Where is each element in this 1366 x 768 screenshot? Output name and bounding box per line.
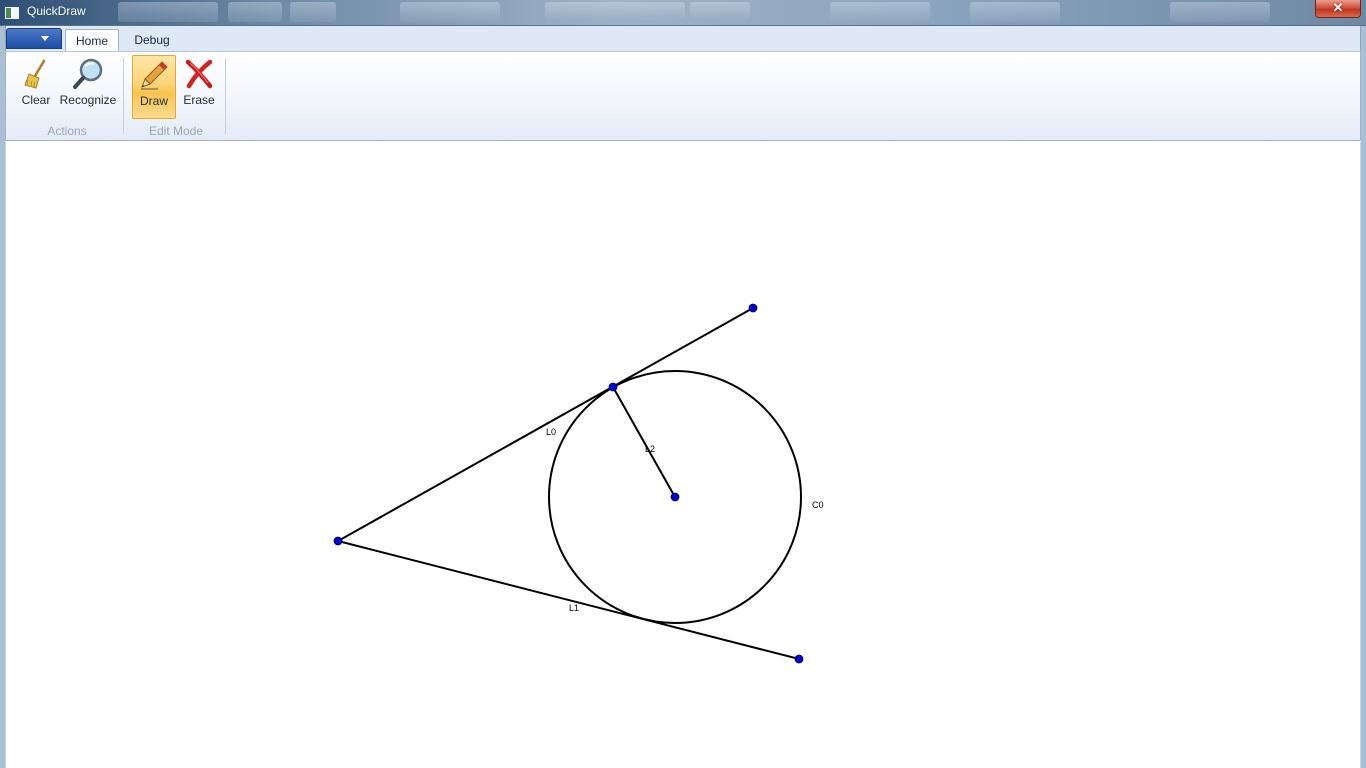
label-c0: C0 <box>812 500 824 510</box>
recognize-button[interactable]: Recognize <box>59 55 117 119</box>
window-title: QuickDraw <box>27 4 86 18</box>
erase-mode-label: Erase <box>183 93 215 107</box>
recognize-button-label: Recognize <box>59 93 117 107</box>
background-taskbar-blur <box>970 2 1060 22</box>
draw-mode-label: Draw <box>139 94 168 108</box>
magnifier-icon <box>73 58 103 89</box>
clear-button[interactable]: Clear <box>16 55 56 119</box>
group-label-edit-mode: Edit Mode <box>148 124 204 138</box>
red-x-icon <box>185 59 213 89</box>
group-label-actions: Actions <box>47 124 87 138</box>
background-taskbar-blur <box>118 2 218 22</box>
background-taskbar-blur <box>400 2 500 22</box>
ribbon-panel: Clear Recognize Actions Draw Erase Edit <box>5 51 1361 141</box>
chevron-down-icon <box>41 36 49 41</box>
title-bar: QuickDraw ✕ <box>0 0 1366 26</box>
background-taskbar-blur <box>690 2 750 22</box>
point-handle[interactable] <box>333 536 343 546</box>
ribbon-tab-strip: Home Debug <box>5 26 1361 52</box>
pencil-icon <box>141 61 168 90</box>
tab-home[interactable]: Home <box>65 29 119 52</box>
erase-mode-button[interactable]: Erase <box>179 55 219 119</box>
drawing-canvas[interactable]: L0 L1 L2 C0 <box>5 142 1361 768</box>
point-handle[interactable] <box>670 492 680 502</box>
point-handle[interactable] <box>608 382 618 392</box>
point-handle[interactable] <box>748 303 758 313</box>
line-l1[interactable] <box>337 540 800 660</box>
tab-debug[interactable]: Debug <box>126 29 178 52</box>
draw-mode-button[interactable]: Draw <box>132 55 176 119</box>
application-menu-button[interactable] <box>6 28 62 49</box>
sketch-svg[interactable]: L0 L1 L2 C0 <box>6 142 1362 768</box>
group-separator <box>123 58 124 134</box>
broom-icon <box>24 59 46 89</box>
background-taskbar-blur <box>228 2 282 22</box>
label-l2: L2 <box>645 444 655 454</box>
background-taskbar-blur <box>290 2 336 22</box>
point-handle[interactable] <box>794 654 804 664</box>
label-l1: L1 <box>569 603 579 613</box>
line-l0[interactable] <box>337 307 754 542</box>
close-button[interactable]: ✕ <box>1315 0 1361 18</box>
line-l2[interactable] <box>612 386 676 498</box>
background-taskbar-blur <box>830 2 930 22</box>
background-taskbar-blur <box>1170 2 1270 22</box>
background-taskbar-blur <box>545 2 685 22</box>
label-l0: L0 <box>546 427 556 437</box>
clear-button-label: Clear <box>21 93 51 107</box>
group-separator <box>225 58 226 134</box>
app-icon[interactable] <box>5 7 19 19</box>
